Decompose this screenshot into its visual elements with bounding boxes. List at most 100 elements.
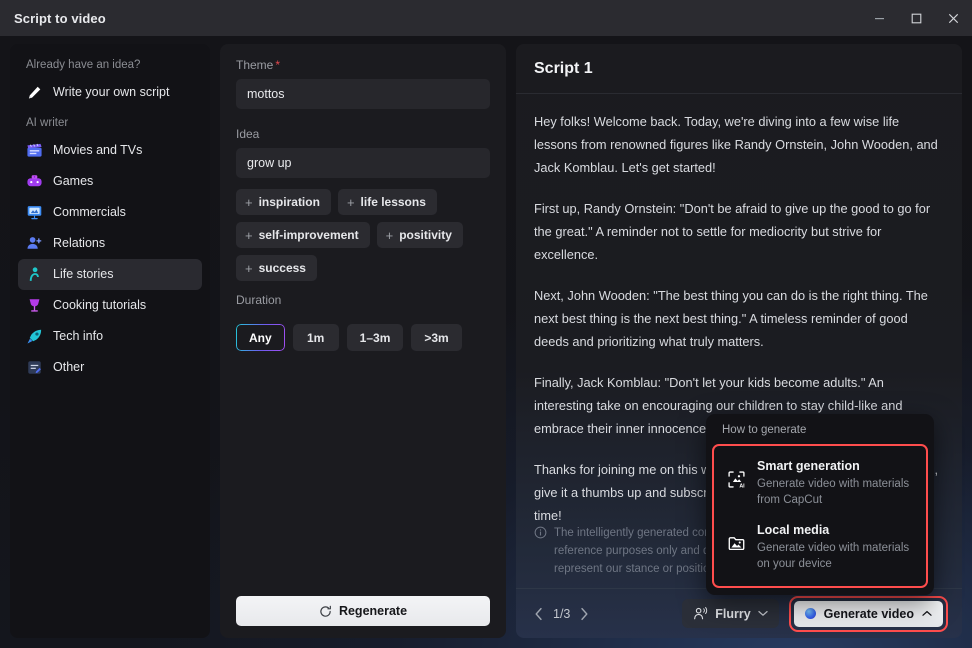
- idea-tag-chip[interactable]: + self-improvement: [236, 222, 370, 248]
- idea-tag-list: + inspiration + life lessons + self-impr…: [236, 189, 490, 281]
- sidebar-item-label: Relations: [53, 236, 106, 251]
- duration-label: Duration: [236, 293, 282, 307]
- presentation-icon: [26, 204, 43, 221]
- script-footer-actions: Flurry Generate video: [682, 595, 948, 632]
- popup-item-texts: Smart generation Generate video with mat…: [757, 459, 914, 508]
- popup-item-subtitle: Generate video with materials on your de…: [757, 542, 910, 570]
- document-icon: [26, 359, 43, 376]
- theme-label: Theme *: [236, 58, 490, 72]
- script-paragraph: Hey folks! Welcome back. Today, we're di…: [534, 114, 938, 175]
- chevron-down-icon: [758, 610, 768, 616]
- voice-selector-button[interactable]: Flurry: [682, 599, 779, 628]
- duration-option-gt3m[interactable]: >3m: [411, 324, 462, 351]
- idea-tag-label: inspiration: [258, 195, 320, 209]
- duration-option-1m[interactable]: 1m: [292, 324, 339, 351]
- generate-video-label: Generate video: [823, 606, 914, 621]
- script-paragraph: First up, Randy Ornstein: "Don't be afra…: [534, 201, 931, 262]
- sidebar-item-commercials[interactable]: Commercials: [18, 197, 202, 228]
- script-header: Script 1: [516, 44, 962, 94]
- sidebar-item-relations[interactable]: Relations: [18, 228, 202, 259]
- folder-image-icon: [726, 534, 746, 553]
- person-add-icon: [26, 235, 43, 252]
- page-indicator: 1/3: [553, 606, 571, 621]
- duration-options: Any 1m 1–3m >3m: [236, 324, 490, 351]
- script-pager: 1/3: [534, 607, 589, 621]
- pencil-icon: [26, 84, 43, 101]
- rocket-icon: [26, 328, 43, 345]
- voice-icon: [694, 606, 708, 620]
- regenerate-button[interactable]: Regenerate: [236, 596, 490, 626]
- app-window: Script to video Already have an idea? Wr…: [0, 0, 972, 648]
- idea-tag-chip[interactable]: + success: [236, 255, 317, 281]
- idea-tag-label: self-improvement: [258, 228, 359, 242]
- popup-options-highlight: AI Smart generation Generate video with …: [712, 444, 928, 588]
- plus-icon: +: [385, 227, 394, 243]
- theme-input[interactable]: [236, 79, 490, 109]
- popup-title: How to generate: [722, 424, 807, 436]
- generate-video-highlight: Generate video: [788, 595, 948, 632]
- idea-tag-label: positivity: [399, 228, 452, 242]
- ai-sparkle-icon: [804, 608, 816, 619]
- script-settings-panel: Theme* Idea + inspiration + life lessons…: [220, 44, 506, 638]
- popup-item-title: Local media: [757, 523, 830, 537]
- plus-icon: +: [245, 260, 253, 276]
- script-paragraph: Next, John Wooden: "The best thing you c…: [534, 288, 928, 349]
- sidebar-item-cooking-tutorials[interactable]: Cooking tutorials: [18, 290, 202, 321]
- idea-tag-label: success: [258, 261, 306, 275]
- sidebar-item-tech-info[interactable]: Tech info: [18, 321, 202, 352]
- sidebar-item-games[interactable]: Games: [18, 166, 202, 197]
- svg-text:AI: AI: [739, 483, 745, 489]
- idea-tag-chip[interactable]: + life lessons: [337, 189, 437, 215]
- minimize-button[interactable]: [861, 0, 898, 36]
- voice-label: Flurry: [715, 606, 751, 621]
- clapperboard-icon: [26, 142, 43, 159]
- theme-label-text: Theme: [236, 58, 274, 72]
- sidebar-item-write-your-own-script[interactable]: Write your own script: [18, 77, 202, 108]
- idea-tag-chip[interactable]: + inspiration: [236, 189, 331, 215]
- sidebar-item-label: Write your own script: [53, 85, 170, 100]
- popup-item-texts: Local media Generate video with material…: [757, 523, 914, 572]
- plus-icon: +: [245, 194, 253, 210]
- idea-tag-label: life lessons: [360, 195, 426, 209]
- how-to-generate-popup: How to generate AI Smart generation Gene…: [706, 414, 934, 595]
- gamepad-icon: [26, 173, 43, 190]
- idea-tag-chip[interactable]: + positivity: [376, 222, 463, 248]
- title-bar: Script to video: [0, 0, 972, 36]
- next-script-button[interactable]: [579, 607, 589, 621]
- sidebar: Already have an idea? Write your own scr…: [10, 44, 210, 638]
- sidebar-heading-idea: Already have an idea?: [26, 59, 141, 71]
- popup-item-smart-generation[interactable]: AI Smart generation Generate video with …: [716, 452, 924, 516]
- required-asterisk: *: [275, 58, 281, 72]
- prev-script-button[interactable]: [534, 607, 544, 621]
- plus-icon: +: [346, 194, 355, 210]
- sidebar-item-label: Tech info: [53, 329, 104, 344]
- sidebar-item-label: Life stories: [53, 267, 114, 282]
- sidebar-item-label: Movies and TVs: [53, 143, 143, 158]
- idea-label: Idea: [236, 127, 260, 141]
- sidebar-item-other[interactable]: Other: [18, 352, 202, 383]
- refresh-icon: [320, 605, 331, 617]
- popup-item-local-media[interactable]: Local media Generate video with material…: [716, 516, 924, 580]
- duration-option-any[interactable]: Any: [236, 324, 285, 351]
- info-icon: [534, 526, 547, 539]
- sidebar-item-label: Other: [53, 360, 85, 375]
- regenerate-label: Regenerate: [338, 604, 408, 618]
- duration-option-1-3m[interactable]: 1–3m: [346, 324, 404, 351]
- person-icon: [26, 266, 43, 283]
- window-title: Script to video: [14, 10, 106, 26]
- generate-video-button[interactable]: Generate video: [793, 600, 943, 627]
- sidebar-item-label: Games: [53, 174, 94, 189]
- close-button[interactable]: [935, 0, 972, 36]
- ai-media-icon: AI: [726, 470, 746, 489]
- popup-item-title: Smart generation: [757, 459, 860, 473]
- sidebar-item-label: Cooking tutorials: [53, 298, 147, 313]
- sidebar-item-life-stories[interactable]: Life stories: [18, 259, 202, 290]
- maximize-button[interactable]: [898, 0, 935, 36]
- popup-item-subtitle: Generate video with materials from CapCu…: [757, 478, 910, 506]
- sidebar-item-movies-and-tvs[interactable]: Movies and TVs: [18, 135, 202, 166]
- wine-glass-icon: [26, 297, 43, 314]
- plus-icon: +: [245, 227, 253, 243]
- idea-input[interactable]: [236, 148, 490, 178]
- sidebar-heading-ai-writer: AI writer: [26, 117, 69, 129]
- script-title: Script 1: [534, 59, 593, 77]
